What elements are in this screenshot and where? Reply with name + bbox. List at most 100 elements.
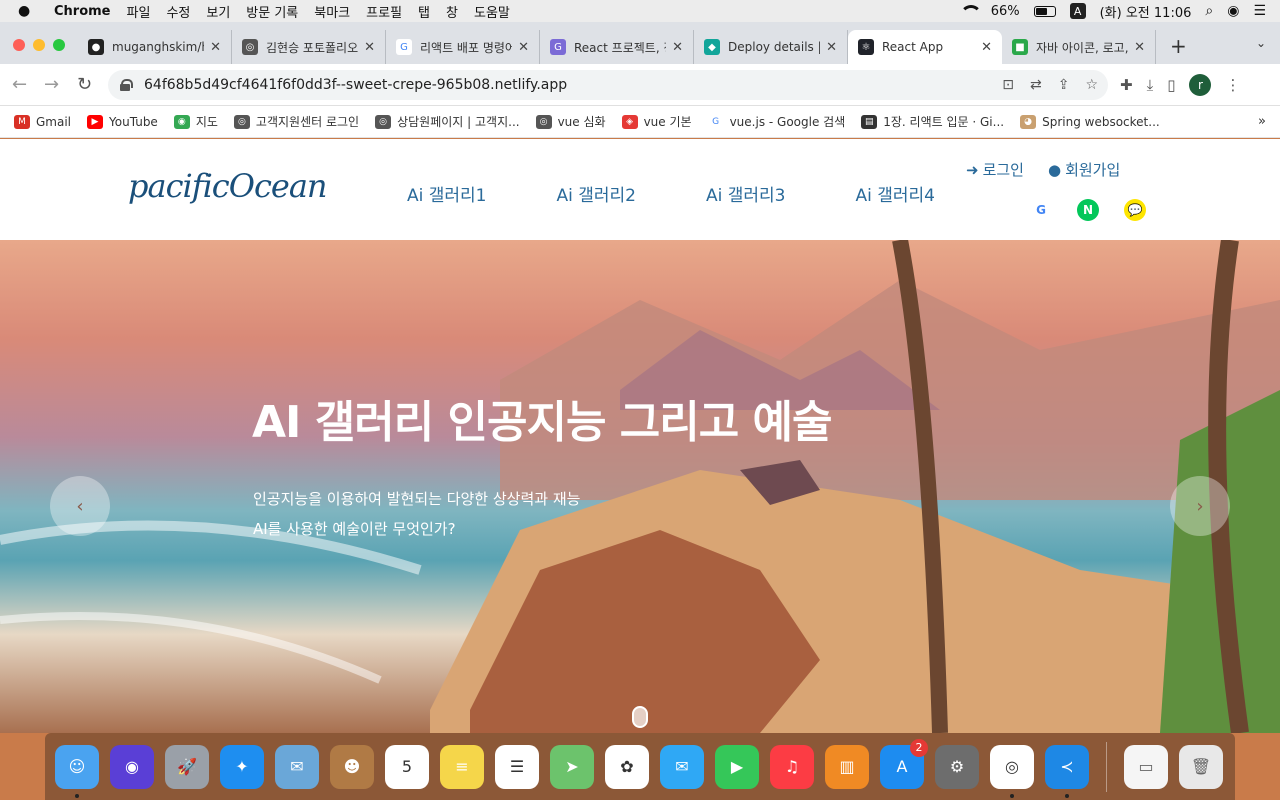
url-text[interactable]: 64f68b5d49cf4641f6f0dd3f--sweet-crepe-96… <box>144 77 567 93</box>
translate-icon[interactable]: ⇄ <box>1030 77 1042 93</box>
contacts-icon[interactable]: ☻ <box>330 744 374 789</box>
tab-close-icon[interactable]: ✕ <box>364 40 375 55</box>
kakao-login-icon[interactable]: 💬 <box>1124 199 1146 221</box>
bookmark-item[interactable]: ◈ vue 기본 <box>621 113 692 130</box>
tab-search-chevron-icon[interactable]: ⌄ <box>1256 36 1266 50</box>
dock-separator <box>1106 741 1107 792</box>
browser-tab[interactable]: ◆ Deploy details | ✕ <box>694 30 848 64</box>
control-center-icon[interactable]: ☰ <box>1253 3 1266 19</box>
tab-close-icon[interactable]: ✕ <box>210 40 221 55</box>
facetime-icon[interactable]: ▶ <box>715 744 759 789</box>
naver-login-icon[interactable]: N <box>1077 199 1099 221</box>
address-bar[interactable]: 64f68b5d49cf4641f6f0dd3f--sweet-crepe-96… <box>108 70 1108 100</box>
tab-close-icon[interactable]: ✕ <box>672 40 683 55</box>
lock-icon[interactable] <box>120 79 133 91</box>
tab-close-icon[interactable]: ✕ <box>1134 40 1145 55</box>
slider-next-button[interactable]: › <box>1170 476 1230 536</box>
zoom-window-icon[interactable] <box>53 39 65 51</box>
chrome-icon[interactable]: ◎ <box>990 744 1034 798</box>
browser-tab[interactable]: ■ 자바 아이콘, 로고, ✕ <box>1002 30 1156 64</box>
signup-link[interactable]: ● 회원가입 <box>1048 159 1120 180</box>
launchpad-icon[interactable]: 🚀 <box>165 744 209 789</box>
finder-icon[interactable]: ☺ <box>55 744 99 798</box>
spotlight-icon[interactable]: ⌕ <box>1205 3 1213 19</box>
nav-gallery-3[interactable]: Ai 갤러리3 <box>706 181 786 206</box>
siri-icon[interactable]: ◉ <box>1227 3 1239 19</box>
back-icon[interactable]: ← <box>12 74 27 95</box>
books-icon[interactable]: ▥ <box>825 744 869 789</box>
wifi-icon[interactable] <box>959 5 982 17</box>
battery-icon[interactable] <box>1033 5 1056 17</box>
tab-close-icon[interactable]: ✕ <box>981 40 992 55</box>
bookmark-star-icon[interactable]: ☆ <box>1085 77 1098 93</box>
safari-icon[interactable]: ✦ <box>220 744 264 789</box>
browser-tab[interactable]: G React 프로젝트, 정 ✕ <box>540 30 694 64</box>
menu-help[interactable]: 도움말 <box>474 2 510 21</box>
music-icon[interactable]: ♫ <box>770 744 814 789</box>
siri-icon[interactable]: ◉ <box>110 744 154 789</box>
browser-tab[interactable]: ◎ 김현승 포토폴리오 ✕ <box>232 30 386 64</box>
menu-edit[interactable]: 수정 <box>166 2 190 21</box>
install-app-icon[interactable]: ⊡ <box>1002 77 1014 93</box>
trash-icon[interactable]: 🗑 <box>1179 744 1223 789</box>
bookmark-favicon-icon: ▶ <box>87 114 104 129</box>
calendar-icon[interactable]: 5 <box>385 744 429 789</box>
share-icon[interactable]: ⇪ <box>1058 77 1070 93</box>
menu-history[interactable]: 방문 기록 <box>246 2 298 21</box>
menu-window[interactable]: 창 <box>446 2 458 21</box>
menu-view[interactable]: 보기 <box>206 2 230 21</box>
downloads-icon[interactable]: ⤓ <box>1147 76 1154 94</box>
site-logo[interactable]: pacificOcean <box>128 167 327 205</box>
extensions-icon[interactable]: ✚ <box>1120 76 1133 94</box>
app-store-icon[interactable]: A2 <box>880 738 928 789</box>
browser-tab[interactable]: G 리액트 배포 명령어 ✕ <box>386 30 540 64</box>
notes-icon[interactable]: ≡ <box>440 744 484 789</box>
menu-clock[interactable]: (화) 오전 11:06 <box>1100 2 1192 21</box>
vscode-icon[interactable]: ≺ <box>1045 744 1089 798</box>
menu-file[interactable]: 파일 <box>127 2 151 21</box>
photos-icon[interactable]: ✿ <box>605 744 649 789</box>
menu-tab[interactable]: 탭 <box>418 2 430 21</box>
side-panel-icon[interactable]: ▯ <box>1167 76 1175 94</box>
reload-icon[interactable]: ↻ <box>77 74 92 95</box>
nav-gallery-1[interactable]: Ai 갤러리1 <box>407 181 487 206</box>
input-method-icon[interactable]: A <box>1069 3 1086 19</box>
tab-close-icon[interactable]: ✕ <box>826 40 837 55</box>
tab-close-icon[interactable]: ✕ <box>518 40 529 55</box>
bookmark-item[interactable]: ◎ 상담원페이지 | 고객지... <box>375 113 520 130</box>
slider-prev-button[interactable]: ‹ <box>50 476 110 536</box>
bookmark-item[interactable]: ▶ YouTube <box>87 114 158 129</box>
bookmark-item[interactable]: ▤ 1장. 리액트 입문 · Gi... <box>861 113 1004 130</box>
bookmark-item[interactable]: ◕ Spring websocket... <box>1020 114 1160 129</box>
reminders-icon[interactable]: ☰ <box>495 744 539 789</box>
maps-icon[interactable]: ➤ <box>550 744 594 789</box>
login-link[interactable]: ➜ 로그인 <box>966 159 1024 180</box>
nav-gallery-4[interactable]: Ai 갤러리4 <box>856 181 936 206</box>
downloads-stack-icon[interactable]: ▭ <box>1124 744 1168 789</box>
google-login-icon[interactable]: G <box>1030 199 1052 221</box>
mail-bird-icon[interactable]: ✉ <box>275 744 319 789</box>
chrome-menu-icon[interactable]: ⋮ <box>1225 76 1240 94</box>
menu-app-name[interactable]: Chrome <box>54 4 111 19</box>
bookmark-item[interactable]: ◉ 지도 <box>173 113 218 130</box>
nav-gallery-2[interactable]: Ai 갤러리2 <box>557 181 637 206</box>
bookmark-item[interactable]: ◎ vue 심화 <box>535 113 606 130</box>
messages-icon[interactable]: ✉ <box>660 744 704 789</box>
running-indicator <box>1065 793 1069 798</box>
system-preferences-icon[interactable]: ⚙ <box>935 744 979 789</box>
menu-profiles[interactable]: 프로필 <box>366 2 402 21</box>
bookmark-item[interactable]: M Gmail <box>14 114 71 129</box>
scroll-mouse-icon[interactable] <box>632 706 648 728</box>
close-window-icon[interactable] <box>13 39 25 51</box>
forward-icon[interactable]: → <box>44 74 59 95</box>
bookmarks-overflow-icon[interactable]: » <box>1258 114 1266 129</box>
menu-bookmarks[interactable]: 북마크 <box>314 2 350 21</box>
new-tab-icon[interactable]: + <box>1170 34 1187 58</box>
bookmark-item[interactable]: Gvue.js - Google 검색 <box>707 113 845 130</box>
bookmark-item[interactable]: ◎ 고객지원센터 로그인 <box>233 113 359 130</box>
profile-avatar[interactable]: r <box>1189 74 1212 96</box>
minimize-window-icon[interactable] <box>33 39 45 51</box>
apple-menu-icon[interactable]: ● <box>18 3 40 19</box>
browser-tab[interactable]: ● muganghskim/h ✕ <box>78 30 232 64</box>
browser-tab[interactable]: ⚛ React App ✕ <box>848 30 1002 64</box>
